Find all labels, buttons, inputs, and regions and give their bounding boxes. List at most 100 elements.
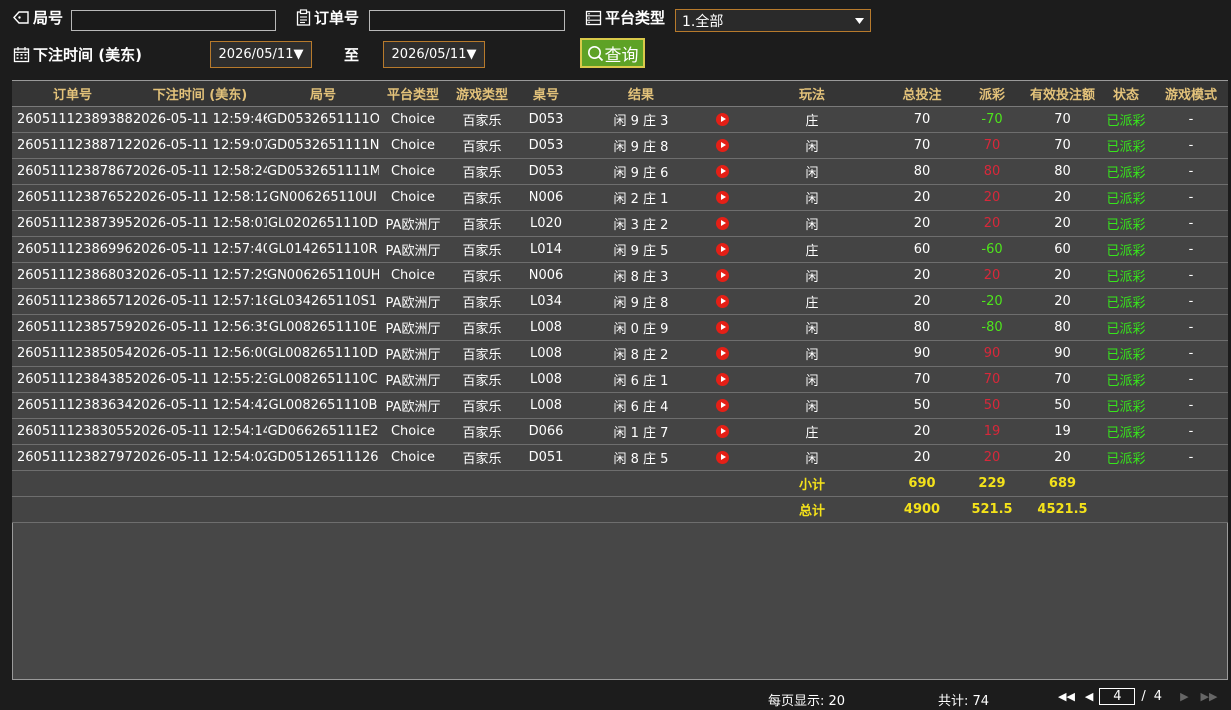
game-mode-cell: - (1154, 132, 1228, 159)
video-play-icon[interactable] (715, 113, 729, 126)
table-row: 260511123843855 2026-05-11 12:55:23 GL0082… (12, 366, 1228, 393)
next-page-icon[interactable]: ▶ (1180, 690, 1188, 703)
table-number-cell: N006 (517, 184, 575, 211)
date-from-picker[interactable]: 2026/05/11▼ (210, 41, 312, 68)
table-row: 260511123865710 2026-05-11 12:57:18 GL0342… (12, 288, 1228, 315)
round-number-cell: GN006265110UI (267, 184, 379, 211)
first-page-icon[interactable]: ◀◀ (1058, 690, 1075, 703)
game-type-cell: 百家乐 (447, 106, 517, 133)
column-header: 状态 (1098, 81, 1154, 107)
summary-blank-cell (1098, 470, 1228, 497)
order-number-cell: 260511123827976 (12, 444, 133, 471)
total-bet-cell: 20 (887, 418, 957, 445)
date-to-picker[interactable]: 2026/05/11▼ (383, 41, 485, 68)
platform-select[interactable]: 1.全部 (675, 9, 871, 32)
video-play-icon[interactable] (715, 451, 729, 464)
platform-cell: Choice (379, 158, 447, 185)
table-row: 260511123827976 2026-05-11 12:54:02 GD0512… (12, 444, 1228, 471)
payout-cell: 80 (957, 158, 1027, 185)
payout-cell: 90 (957, 340, 1027, 367)
total-bet-cell: 60 (887, 236, 957, 263)
bet-type-cell: 闲 (737, 366, 887, 393)
summary-payout: 229 (957, 470, 1027, 497)
platform-cell: PA欧洲厅 (379, 392, 447, 419)
round-number-cell: GD0532651111M (267, 158, 379, 185)
video-play-icon[interactable] (715, 191, 729, 204)
game-mode-cell: - (1154, 392, 1228, 419)
bet-type-cell: 闲 (737, 210, 887, 237)
last-page-icon[interactable]: ▶▶ (1201, 690, 1218, 703)
result-cell: 闲 3 庄 2 (575, 210, 707, 237)
summary-blank-cell (1098, 496, 1228, 523)
game-type-cell: 百家乐 (447, 210, 517, 237)
total-bet-cell: 80 (887, 314, 957, 341)
round-input[interactable] (71, 10, 276, 31)
video-cell (707, 132, 737, 159)
round-number-cell: GL0082651110C (267, 366, 379, 393)
video-play-icon[interactable] (715, 295, 729, 308)
status-cell: 已派彩 (1098, 366, 1154, 393)
video-cell (707, 236, 737, 263)
bet-type-cell: 闲 (737, 340, 887, 367)
round-number-cell: GD05126511126 (267, 444, 379, 471)
video-play-icon[interactable] (715, 347, 729, 360)
platform-selected-value: 1.全部 (682, 13, 724, 30)
page-number-input[interactable] (1099, 688, 1136, 705)
video-cell (707, 444, 737, 471)
video-play-icon[interactable] (715, 139, 729, 152)
platform-cell: Choice (379, 262, 447, 289)
video-play-icon[interactable] (715, 217, 729, 230)
video-play-icon[interactable] (715, 165, 729, 178)
table-number-cell: L008 (517, 340, 575, 367)
table-number-cell: D053 (517, 106, 575, 133)
table-row: 260511123836345 2026-05-11 12:54:42 GL0082… (12, 392, 1228, 419)
valid-bet-cell: 80 (1027, 314, 1098, 341)
video-play-icon[interactable] (715, 243, 729, 256)
video-play-icon[interactable] (715, 321, 729, 334)
platform-cell: PA欧洲厅 (379, 288, 447, 315)
to-label-text: 至 (344, 46, 360, 64)
tag-icon (13, 11, 29, 24)
order-number-cell: 260511123893884 (12, 106, 133, 133)
game-mode-cell: - (1154, 314, 1228, 341)
prev-page-icon[interactable]: ◀ (1085, 690, 1093, 703)
platform-cell: PA欧洲厅 (379, 314, 447, 341)
query-button[interactable]: 查询 (580, 38, 645, 68)
video-cell (707, 106, 737, 133)
page-size-text: 每页显示: 20 (768, 694, 846, 709)
valid-bet-cell: 19 (1027, 418, 1098, 445)
platform-cell: Choice (379, 132, 447, 159)
status-cell: 已派彩 (1098, 392, 1154, 419)
valid-bet-cell: 20 (1027, 184, 1098, 211)
calendar-icon (13, 47, 30, 63)
column-header: 有效投注额 (1027, 81, 1098, 107)
game-type-cell: 百家乐 (447, 314, 517, 341)
video-play-icon[interactable] (715, 269, 729, 282)
video-play-icon[interactable] (715, 425, 729, 438)
order-input[interactable] (369, 10, 565, 31)
round-number-cell: GL0082651110B (267, 392, 379, 419)
bet-type-cell: 闲 (737, 392, 887, 419)
platform-cell: PA欧洲厅 (379, 366, 447, 393)
bet-type-cell: 闲 (737, 132, 887, 159)
total-bet-cell: 50 (887, 392, 957, 419)
video-play-icon[interactable] (715, 373, 729, 386)
bet-type-cell: 闲 (737, 262, 887, 289)
result-cell: 闲 6 庄 4 (575, 392, 707, 419)
round-number-cell: GL0142651110R (267, 236, 379, 263)
order-number-cell: 260511123876529 (12, 184, 133, 211)
table-row: 260511123869965 2026-05-11 12:57:40 GL0142… (12, 236, 1228, 263)
bet-time-label: 下注时间 (美东) (13, 44, 142, 65)
result-cell: 闲 0 庄 9 (575, 314, 707, 341)
video-cell (707, 210, 737, 237)
pager: ◀◀ ◀ / 4 ▶ ▶▶ (1058, 688, 1217, 705)
platform-cell: Choice (379, 418, 447, 445)
video-play-icon[interactable] (715, 399, 729, 412)
game-type-cell: 百家乐 (447, 366, 517, 393)
column-header: 结果 (575, 81, 707, 107)
platform-cell: Choice (379, 106, 447, 133)
bet-time-cell: 2026-05-11 12:58:24 (133, 158, 267, 185)
chevron-down-icon (855, 17, 864, 24)
status-cell: 已派彩 (1098, 262, 1154, 289)
video-cell (707, 392, 737, 419)
